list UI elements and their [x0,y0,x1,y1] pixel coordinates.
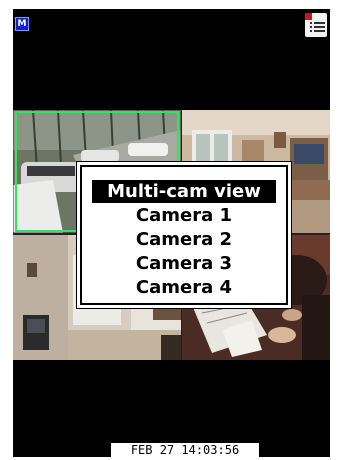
app-icon-letter: M [17,19,27,29]
camera-viewer-screen: M Multi-cam view Camera 1 Camera 2 Camer… [13,9,330,457]
menu-item-camera-3[interactable]: Camera 3 [82,252,286,275]
menu-item-camera-2[interactable]: Camera 2 [82,228,286,251]
menu-icon-line [314,26,325,28]
camera-select-menu-frame: Multi-cam view Camera 1 Camera 2 Camera … [80,165,288,305]
timestamp-readout: FEB 27 14:03:56 [111,443,259,457]
menu-icon-corner [305,13,312,20]
menu-icon-dot [310,30,312,32]
menu-icon-line [314,30,325,32]
menu-icon-dot [310,26,312,28]
menu-icon-dot [310,22,312,24]
menu-item-camera-1[interactable]: Camera 1 [82,204,286,227]
camera-select-menu: Multi-cam view Camera 1 Camera 2 Camera … [76,161,292,309]
list-menu-icon[interactable] [305,13,327,37]
menu-icon-line [314,22,325,24]
menu-item-multi-cam-view[interactable]: Multi-cam view [92,180,276,203]
menu-item-camera-4[interactable]: Camera 4 [82,276,286,299]
app-icon[interactable]: M [15,17,29,31]
